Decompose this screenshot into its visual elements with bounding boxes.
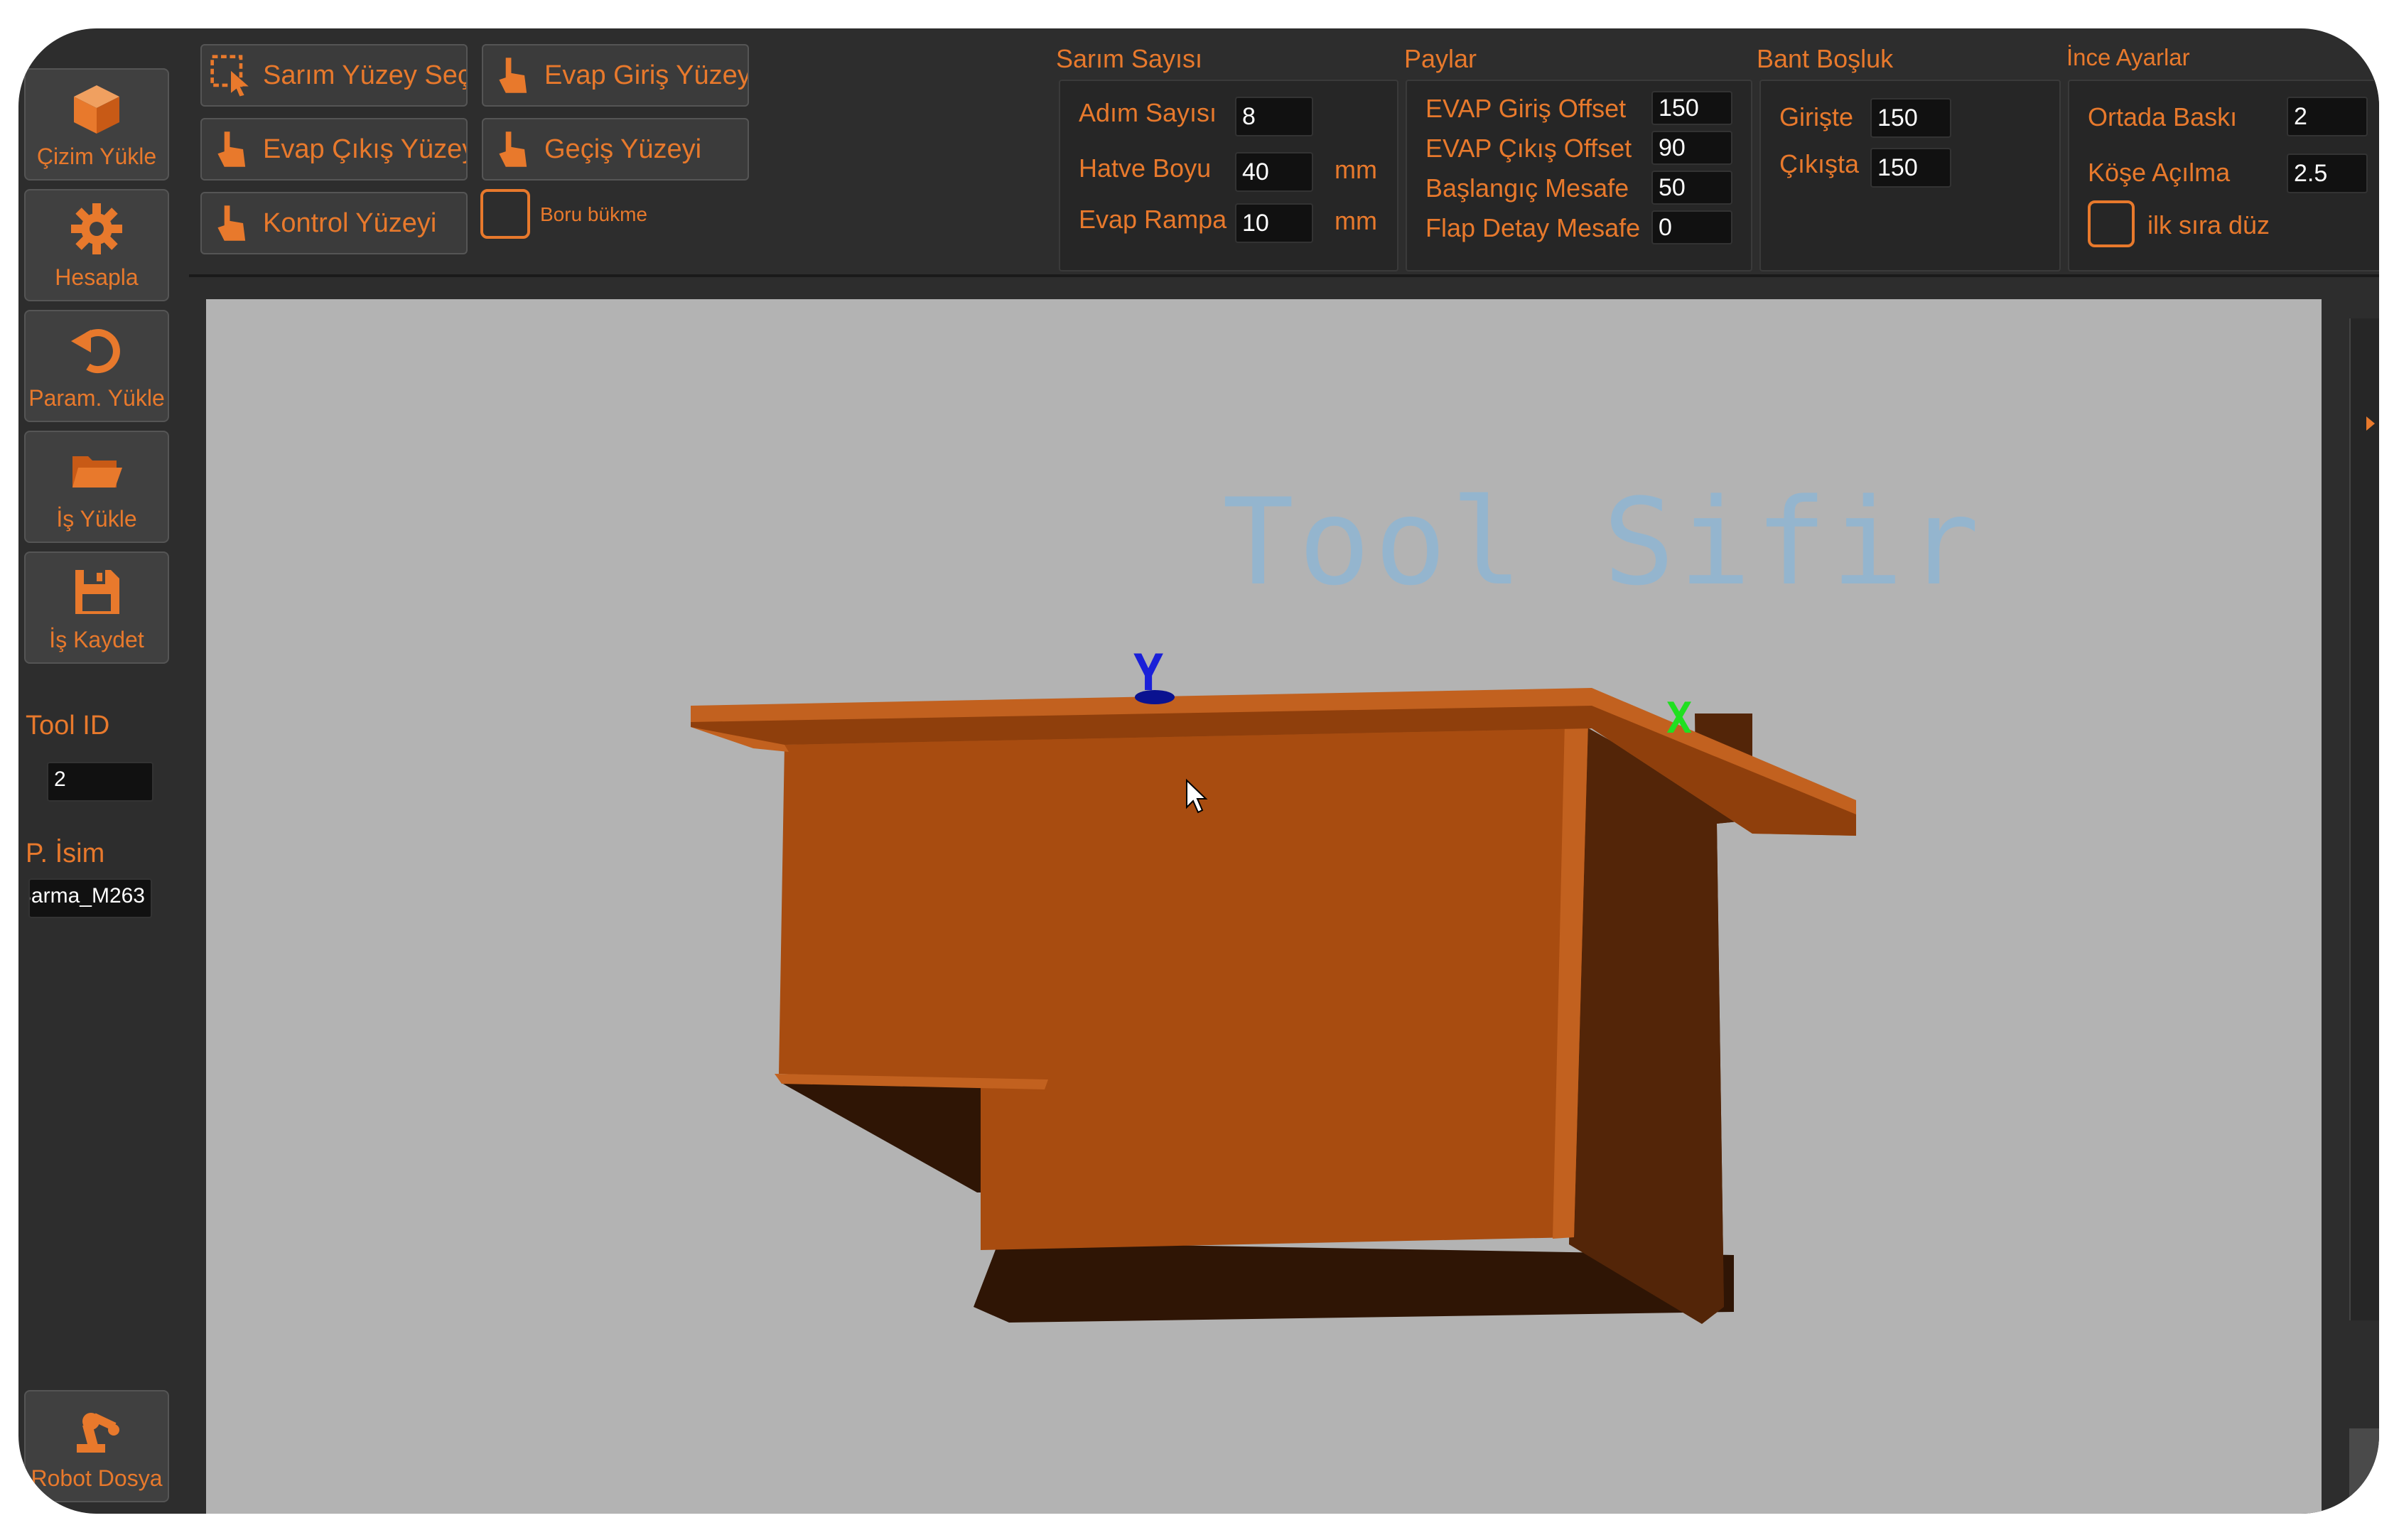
- hatve-boyu-input[interactable]: 40: [1235, 152, 1313, 192]
- paylar-group: EVAP Giriş Offset 150 EVAP Çıkış Offset …: [1406, 80, 1752, 271]
- baslangic-mesafe-input[interactable]: 50: [1651, 171, 1732, 205]
- giriste-label: Girişte: [1779, 102, 1854, 131]
- kose-acilma-input[interactable]: 2.5: [2287, 154, 2368, 193]
- baslangic-mesafe-label: Başlangıç Mesafe: [1425, 173, 1629, 203]
- save-icon: [75, 569, 119, 614]
- panel-arrow-icon: [2366, 416, 2375, 431]
- sarim-sayisi-group: Adım Sayısı 8 Hatve Boyu 40 mm Evap Ramp…: [1059, 80, 1398, 271]
- hesapla-button[interactable]: Hesapla: [24, 189, 169, 301]
- param-yukle-button[interactable]: Param. Yükle: [24, 310, 169, 422]
- evap-giris-offset-input[interactable]: 150: [1651, 91, 1732, 125]
- robot-arm-icon: [77, 1412, 119, 1453]
- bant-bosluk-title: Bant Boşluk: [1757, 44, 1894, 73]
- is-kaydet-label: İş Kaydet: [49, 626, 144, 652]
- flap-detay-mesafe-input[interactable]: 0: [1651, 210, 1732, 244]
- evap-giris-yuzey-label: Evap Giriş Yüzey: [544, 60, 749, 90]
- param-yukle-label: Param. Yükle: [28, 384, 165, 411]
- select-area-icon: [210, 55, 249, 97]
- evap-rampa-input[interactable]: 10: [1235, 203, 1313, 243]
- right-side-panel-lower: [2349, 1428, 2379, 1514]
- cizim-yukle-label: Çizim Yükle: [36, 143, 157, 169]
- tool-id-label: Tool ID: [26, 711, 110, 741]
- hatve-boyu-label: Hatve Boyu: [1079, 154, 1212, 183]
- gecis-yuzeyi-label: Geçiş Yüzeyi: [544, 134, 702, 164]
- cikista-label: Çıkışta: [1779, 149, 1860, 178]
- hand-pointer-icon: [217, 205, 246, 241]
- evap-cikis-offset-input[interactable]: 90: [1651, 131, 1732, 165]
- evap-rampa-label: Evap Rampa: [1079, 205, 1227, 234]
- flap-detay-mesafe-label: Flap Detay Mesafe: [1425, 213, 1641, 242]
- is-yukle-label: İş Yükle: [56, 505, 137, 532]
- sarim-yuzey-sec-label: Sarım Yüzey Seç: [263, 60, 468, 90]
- app-window: Çizim Yükle Hesapla Param. Yükle İş Yükl…: [18, 28, 2379, 1514]
- right-side-panel[interactable]: [2349, 318, 2379, 1320]
- evap-cikis-offset-label: EVAP Çıkış Offset: [1425, 134, 1632, 163]
- 3d-viewport[interactable]: Tool Sifir Y X: [206, 299, 2322, 1514]
- evap-cikis-yuzey-button[interactable]: Evap Çıkış Yüzey: [200, 118, 468, 181]
- axis-y-marker: [1135, 690, 1175, 704]
- bant-bosluk-group: Girişte 150 Çıkışta 150: [1759, 80, 2061, 271]
- tool-id-input[interactable]: 2: [47, 762, 153, 802]
- cikista-input[interactable]: 150: [1870, 148, 1951, 188]
- paylar-title: Paylar: [1404, 44, 1477, 73]
- hesapla-label: Hesapla: [55, 264, 139, 290]
- sarim-sayisi-title: Sarım Sayısı: [1056, 44, 1203, 73]
- ince-ayarlar-group: Ortada Baskı 2 Köşe Açılma 2.5 ilk sıra …: [2068, 80, 2379, 271]
- is-yukle-button[interactable]: İş Yükle: [24, 431, 169, 543]
- robot-dosya-button[interactable]: Robot Dosya: [24, 1390, 169, 1502]
- ortada-baski-input[interactable]: 2: [2287, 97, 2368, 136]
- box-icon: [74, 85, 119, 134]
- ortada-baski-label: Ortada Baskı: [2088, 102, 2238, 131]
- boru-bukme-checkbox[interactable]: [480, 189, 530, 239]
- boru-bukme-label: Boru bükme: [540, 203, 647, 225]
- kose-acilma-label: Köşe Açılma: [2088, 158, 2231, 187]
- cizim-yukle-button[interactable]: Çizim Yükle: [24, 68, 169, 181]
- evap-giris-yuzey-button[interactable]: Evap Giriş Yüzey: [482, 44, 749, 107]
- toolbar-separator: [189, 274, 2379, 277]
- hand-pointer-icon: [499, 58, 527, 93]
- watermark-text: Tool Sifir: [1222, 473, 1983, 612]
- folder-open-icon: [72, 456, 122, 488]
- is-kaydet-button[interactable]: İş Kaydet: [24, 551, 169, 664]
- ilk-sira-duz-checkbox[interactable]: [2088, 200, 2135, 247]
- evap-rampa-unit: mm: [1335, 206, 1377, 235]
- hatve-boyu-unit: mm: [1335, 155, 1377, 184]
- p-isim-input[interactable]: Sarma_M263: [28, 878, 152, 918]
- model-front-face: [779, 721, 1588, 1250]
- undo-icon: [71, 328, 120, 373]
- hand-pointer-icon: [217, 131, 246, 167]
- kontrol-yuzeyi-button[interactable]: Kontrol Yüzeyi: [200, 192, 468, 254]
- viewport-scene: Tool Sifir Y X: [691, 473, 1983, 1324]
- evap-giris-offset-label: EVAP Giriş Offset: [1425, 94, 1627, 123]
- ince-ayarlar-title: İnce Ayarlar: [2066, 44, 2190, 70]
- adim-sayisi-input[interactable]: 8: [1235, 97, 1313, 136]
- gear-icon: [71, 203, 122, 254]
- axis-x-label: X: [1666, 694, 1692, 743]
- gecis-yuzeyi-button[interactable]: Geçiş Yüzeyi: [482, 118, 749, 181]
- hand-pointer-icon: [499, 131, 527, 167]
- evap-cikis-yuzey-label: Evap Çıkış Yüzey: [263, 134, 468, 164]
- robot-dosya-label: Robot Dosya: [31, 1465, 163, 1491]
- sarim-yuzey-sec-button[interactable]: Sarım Yüzey Seç: [200, 44, 468, 107]
- giriste-input[interactable]: 150: [1870, 98, 1951, 138]
- adim-sayisi-label: Adım Sayısı: [1079, 98, 1217, 127]
- p-isim-label: P. İsim: [26, 839, 105, 868]
- kontrol-yuzeyi-label: Kontrol Yüzeyi: [263, 208, 437, 238]
- ilk-sira-duz-label: ilk sıra düz: [2147, 210, 2270, 239]
